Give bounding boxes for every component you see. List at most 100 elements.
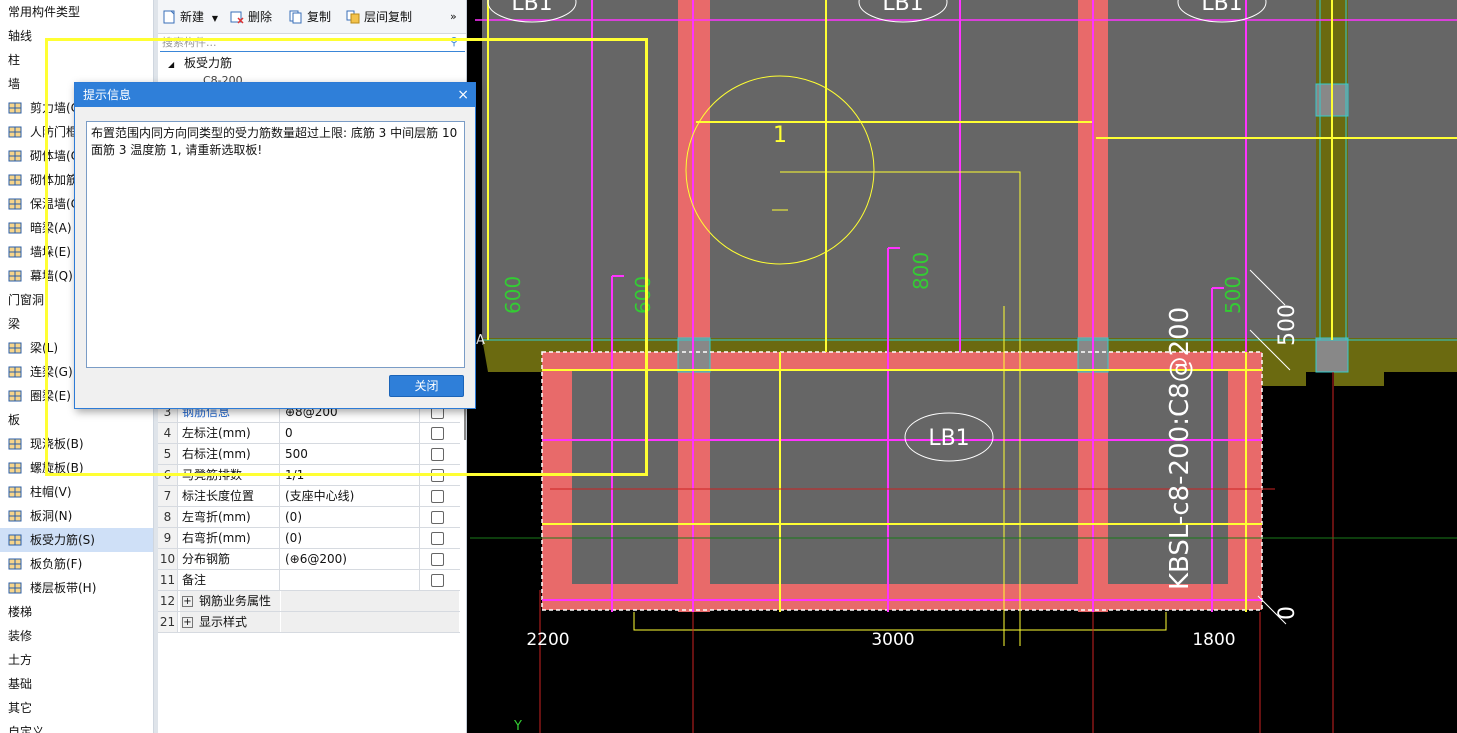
slab-label[interactable]: LB1 (511, 0, 552, 16)
insulation-wall-icon (8, 198, 22, 210)
floor-copy-button[interactable]: 层间复制 (346, 8, 412, 26)
tree-item[interactable]: 柱 (0, 48, 153, 72)
slab-area[interactable] (1346, 0, 1457, 345)
tree-item-label: 板 (8, 413, 21, 427)
property-name: 标注长度位置 (180, 486, 280, 506)
tree-item-label: 保温墙(C (30, 197, 80, 211)
property-name: 备注 (180, 570, 280, 590)
drawing-canvas[interactable]: LB1 LB1 LB1 LB1 1 600 600 800 500 500 0 … (468, 0, 1457, 733)
property-index: 12 (158, 591, 178, 611)
search-input[interactable]: 搜索构件... (160, 34, 465, 52)
property-value[interactable]: 0 (281, 423, 420, 443)
tree-item[interactable]: 其它 (0, 696, 153, 720)
property-value[interactable] (281, 612, 459, 632)
property-checkbox[interactable] (431, 427, 444, 440)
property-name: 右弯折(mm) (180, 528, 280, 548)
property-value[interactable]: (0) (281, 507, 420, 527)
property-row[interactable]: 7 标注长度位置 (支座中心线) (158, 486, 460, 507)
tree-item[interactable]: 柱帽(V) (0, 480, 153, 504)
tree-item-label: 楼梯 (8, 605, 33, 619)
property-checkbox[interactable] (431, 490, 444, 503)
tree-item[interactable]: 轴线 (0, 24, 153, 48)
component-node[interactable]: ◢ 板受力筋 (168, 54, 232, 72)
property-row[interactable]: 6 马凳筋排数 1/1 (158, 465, 460, 486)
property-name: + 显示样式 (180, 612, 280, 632)
tree-item-label: 剪力墙(C (30, 101, 80, 115)
tree-item[interactable]: 土方 (0, 648, 153, 672)
new-button[interactable]: 新建 ▼ (162, 8, 218, 26)
property-value[interactable]: (支座中心线) (281, 486, 420, 506)
property-row[interactable]: 10 分布钢筋 (⊕6@200) (158, 549, 460, 570)
slab-area[interactable] (572, 370, 678, 584)
property-value[interactable] (281, 570, 420, 590)
column[interactable] (1315, 337, 1349, 373)
tree-item-label: 螺旋板(B) (30, 461, 84, 475)
property-value[interactable]: 1/1 (281, 465, 420, 485)
expand-plus-icon[interactable]: + (182, 617, 193, 628)
slab-negative-rebar-icon (8, 558, 22, 570)
slab-area[interactable] (710, 370, 1078, 584)
slab-label[interactable]: LB1 (882, 0, 923, 16)
tree-item[interactable]: 现浇板(B) (0, 432, 153, 456)
property-checkbox[interactable] (431, 574, 444, 587)
tree-item[interactable]: 螺旋板(B) (0, 456, 153, 480)
chevron-down-icon[interactable]: ▼ (212, 14, 218, 23)
property-checkbox[interactable] (431, 448, 444, 461)
dimension-label: 600 (631, 276, 655, 314)
tree-item[interactable]: 楼梯 (0, 600, 153, 624)
spiral-slab-icon (8, 462, 22, 474)
property-row[interactable]: 5 右标注(mm) 500 (158, 444, 460, 465)
property-checkbox[interactable] (431, 469, 444, 482)
tree-item[interactable]: 板受力筋(S) (0, 528, 153, 552)
tree-item[interactable]: 板洞(N) (0, 504, 153, 528)
slab-area[interactable] (1104, 0, 1316, 345)
span-dimension: 3000 (871, 630, 914, 650)
property-value[interactable]: (0) (281, 528, 420, 548)
tree-item[interactable]: 基础 (0, 672, 153, 696)
new-label: 新建 (180, 10, 205, 24)
expand-plus-icon[interactable]: + (182, 596, 193, 607)
ring-beam-icon (8, 390, 22, 402)
property-value[interactable]: (⊕6@200) (281, 549, 420, 569)
property-row[interactable]: 21 + 显示样式 (158, 612, 460, 633)
tree-item-label: 土方 (8, 653, 33, 667)
delete-button[interactable]: 删除 (230, 8, 272, 26)
tree-item[interactable]: 装修 (0, 624, 153, 648)
beam-icon (8, 342, 22, 354)
tree-item[interactable]: 板负筋(F) (0, 552, 153, 576)
search-icon[interactable]: ⚲ (450, 35, 458, 48)
property-value[interactable]: 500 (281, 444, 420, 464)
rebar-annotation[interactable]: KBSL-c8-200:C8@200 (1165, 307, 1195, 590)
property-row[interactable]: 9 右弯折(mm) (0) (158, 528, 460, 549)
property-row[interactable]: 8 左弯折(mm) (0) (158, 507, 460, 528)
property-row[interactable]: 4 左标注(mm) 0 (158, 423, 460, 444)
component-toolbar: 新建 ▼ 删除 复制 层间复制 » (158, 0, 466, 34)
masonry-reinforcement-icon (8, 174, 22, 186)
tree-item-label: 门窗洞 (8, 293, 45, 307)
slab-label[interactable]: LB1 (928, 426, 969, 451)
tree-item[interactable]: 常用构件类型 (0, 0, 153, 24)
tree-item-label: 柱 (8, 53, 21, 67)
tree-item[interactable]: 楼层板带(H) (0, 576, 153, 600)
masonry-wall-icon (8, 150, 22, 162)
property-value[interactable] (281, 591, 459, 611)
property-checkbox[interactable] (431, 511, 444, 524)
property-index: 4 (158, 423, 178, 443)
copy-button[interactable]: 复制 (289, 8, 331, 26)
close-icon[interactable]: × (457, 83, 469, 107)
tree-item[interactable]: 板 (0, 408, 153, 432)
dimension-label: 800 (909, 252, 933, 290)
property-row[interactable]: 11 备注 (158, 570, 460, 591)
toolbar-overflow-button[interactable]: » (450, 8, 457, 26)
tree-item-label: 其它 (8, 701, 33, 715)
tree-item-label: 墙垛(E) (30, 245, 71, 259)
expand-triangle-icon[interactable]: ◢ (168, 60, 174, 69)
property-name: 分布钢筋 (180, 549, 280, 569)
delete-icon (230, 11, 244, 24)
property-row[interactable]: 12 + 钢筋业务属性 (158, 591, 460, 612)
property-checkbox[interactable] (431, 532, 444, 545)
slab-label[interactable]: LB1 (1201, 0, 1242, 16)
tree-item[interactable]: 自定义 (0, 720, 153, 733)
property-checkbox[interactable] (431, 553, 444, 566)
close-button[interactable]: 关闭 (389, 375, 464, 397)
